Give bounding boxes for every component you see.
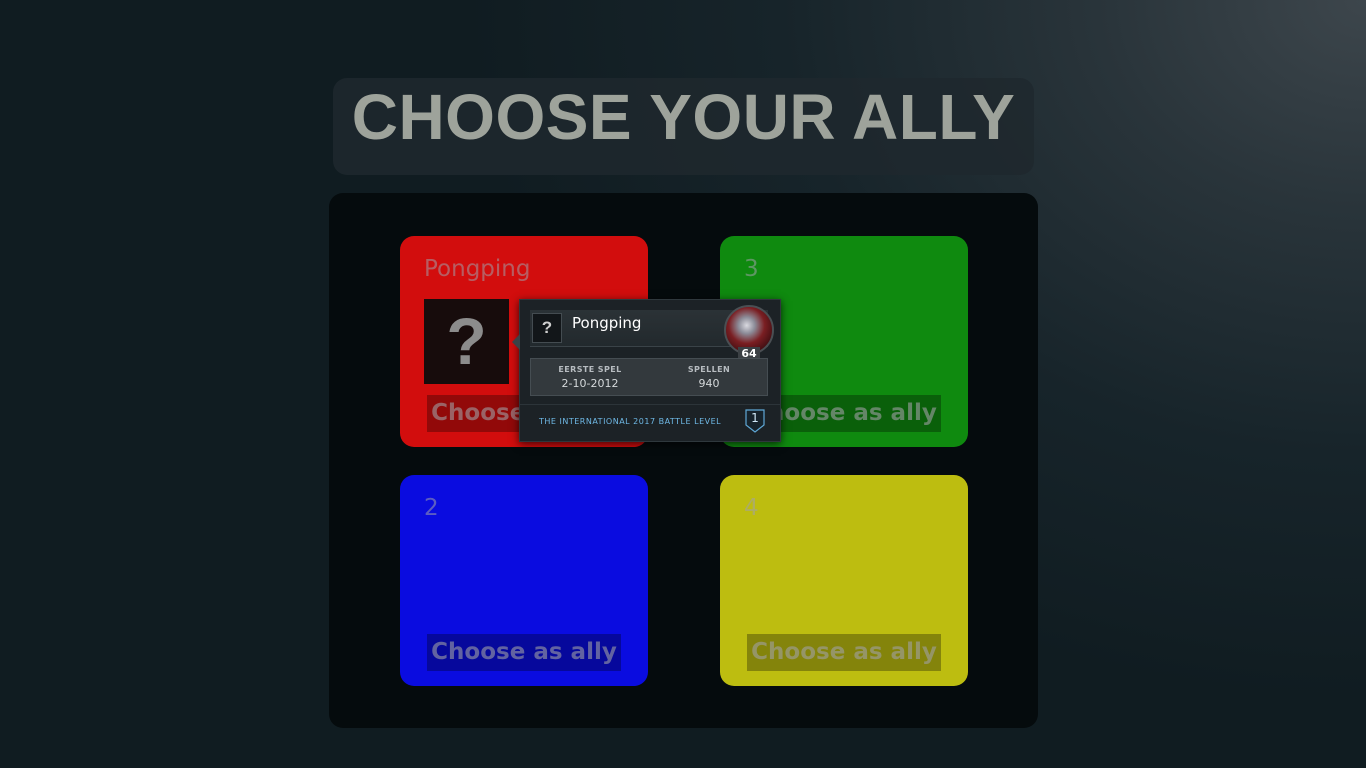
slot-player-name: 3 <box>744 256 759 282</box>
stat-value: 940 <box>698 377 720 390</box>
choose-as-ally-button[interactable]: Choose as ally <box>747 634 941 671</box>
title-banner: CHOOSE YOUR ALLY <box>333 78 1034 175</box>
slot-player-name: 2 <box>424 495 439 521</box>
player-tooltip: ? Pongping 64 EERSTE SPEL 2-10-2012 SPEL… <box>512 299 781 442</box>
stat-label: EERSTE SPEL <box>558 365 622 374</box>
stat-value: 2-10-2012 <box>561 377 619 390</box>
slot-player-name: Pongping <box>424 256 531 282</box>
stat-first-game: EERSTE SPEL 2-10-2012 <box>540 365 640 390</box>
stat-label: SPELLEN <box>687 365 731 374</box>
battle-level-label: THE INTERNATIONAL 2017 BATTLE LEVEL <box>539 417 722 426</box>
page-title: CHOOSE YOUR ALLY <box>351 81 1016 153</box>
ally-grid: Pongping ? Choose as ally 3 Choose as al… <box>329 193 1038 728</box>
battle-level-value: 1 <box>751 411 759 425</box>
tooltip-arrow-icon <box>512 334 520 350</box>
stat-games: SPELLEN 940 <box>659 365 759 390</box>
ally-slot-4[interactable]: 4 Choose as ally <box>720 475 968 686</box>
tooltip-stats: EERSTE SPEL 2-10-2012 SPELLEN 940 <box>530 358 768 396</box>
player-avatar-unknown-icon[interactable]: ? <box>424 299 509 384</box>
choose-as-ally-button[interactable]: Choose as ally <box>427 634 621 671</box>
slot-player-name: 4 <box>744 495 759 521</box>
unknown-rank-icon: ? <box>532 313 562 343</box>
tooltip-divider <box>520 404 780 405</box>
tooltip-player-name: Pongping <box>572 314 642 332</box>
ally-slot-2[interactable]: 2 Choose as ally <box>400 475 648 686</box>
battle-level-shield-icon: 1 <box>745 409 765 433</box>
